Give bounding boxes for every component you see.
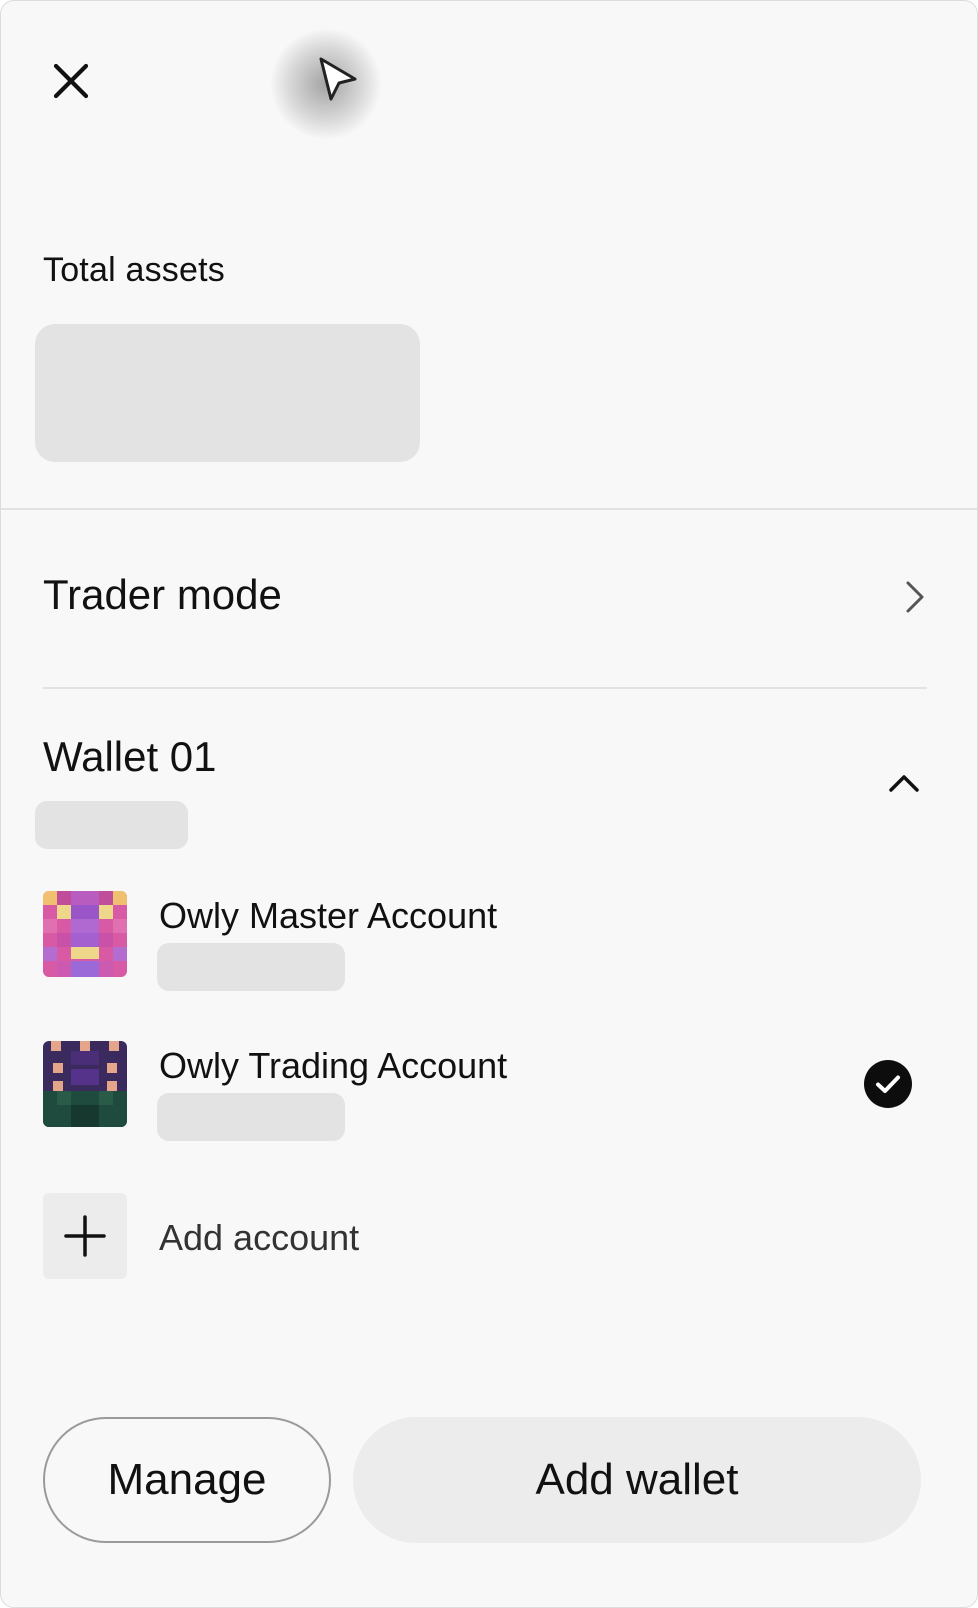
add-wallet-button[interactable]: Add wallet [353,1417,921,1543]
manage-button[interactable]: Manage [43,1417,331,1543]
trader-mode-row[interactable]: Trader mode [43,549,927,645]
wallet-panel: Total assets Trader mode Wallet 01 Owly … [0,0,978,1608]
trader-mode-label: Trader mode [43,571,282,618]
add-account-label: Add account [159,1217,360,1258]
wallet-value-placeholder [35,801,188,849]
add-account-button[interactable]: Add account [43,1193,443,1279]
chevron-right-icon [906,581,924,613]
divider [1,508,977,510]
wallet-title: Wallet 01 [43,733,217,780]
account-item-owly-trading[interactable]: Owly Trading Account [43,1041,943,1141]
account-name: Owly Trading Account [159,1045,508,1086]
owly-trading-avatar [43,1041,127,1127]
account-balance-placeholder [157,1093,345,1141]
close-icon [53,63,89,99]
account-balance-placeholder [157,943,345,991]
plus-icon-box [43,1193,127,1279]
owly-master-avatar [43,891,127,977]
pointer-cursor-icon [319,57,357,101]
total-assets-value-placeholder [35,324,420,462]
account-name: Owly Master Account [159,895,498,936]
account-item-owly-master[interactable]: Owly Master Account [43,891,943,991]
divider [43,687,927,689]
close-button[interactable] [49,59,93,103]
total-assets-label: Total assets [43,251,225,289]
selected-check-icon [864,1060,912,1108]
plus-icon [64,1215,106,1257]
chevron-up-icon[interactable] [887,771,921,795]
